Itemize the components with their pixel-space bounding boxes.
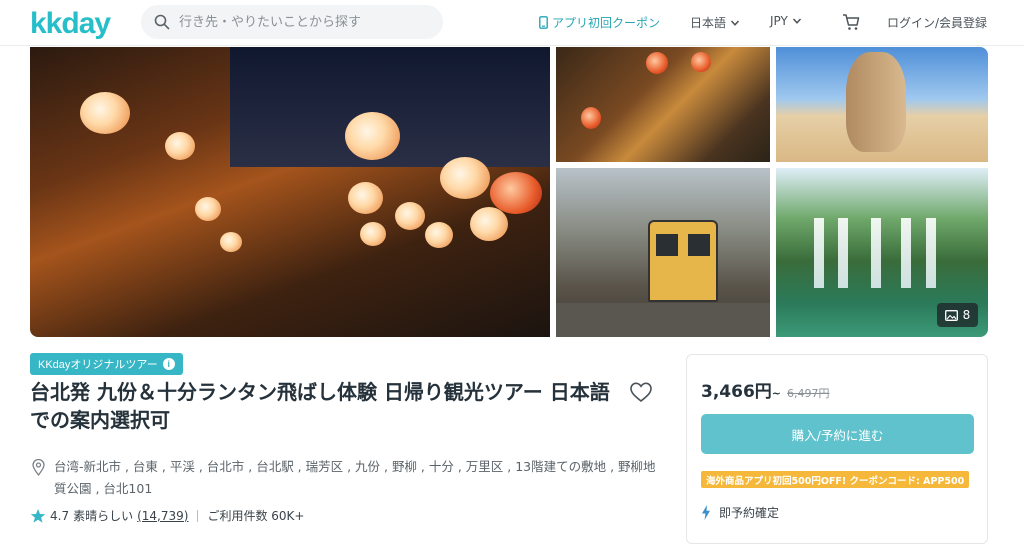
original-tour-badge: KKdayオリジナルツアー i bbox=[30, 353, 183, 375]
login-link[interactable]: ログイン/会員登録 bbox=[887, 14, 987, 31]
rating-row: 4.7 素晴らしい (14,739) ご利用件数 60K+ bbox=[30, 507, 304, 524]
price-row: 3,466円 ~ 6,497円 bbox=[701, 377, 830, 402]
lantern bbox=[440, 157, 490, 199]
heart-icon[interactable] bbox=[629, 381, 653, 403]
instant-confirm-label: 即予約確定 bbox=[719, 506, 780, 520]
app-coupon-link[interactable]: アプリ初回クーポン bbox=[539, 14, 660, 31]
info-icon[interactable]: i bbox=[162, 358, 175, 370]
usage-count: ご利用件数 60K+ bbox=[207, 509, 305, 523]
currency-selector[interactable]: JPY bbox=[770, 14, 802, 28]
lantern bbox=[80, 92, 130, 134]
cart-icon bbox=[843, 14, 860, 30]
lantern bbox=[165, 132, 195, 160]
waterfall bbox=[838, 218, 848, 288]
promo-banner: 海外商品アプリ初回500円OFF! クーポンコード: APP500 bbox=[701, 471, 970, 488]
badge-label: KKdayオリジナルツアー bbox=[38, 359, 158, 371]
language-selector[interactable]: 日本語 bbox=[690, 14, 740, 31]
search-input[interactable] bbox=[179, 5, 429, 39]
language-label: 日本語 bbox=[690, 16, 727, 30]
rail-track bbox=[556, 303, 770, 337]
lantern bbox=[581, 107, 601, 129]
lantern bbox=[425, 222, 453, 248]
search-icon bbox=[154, 14, 170, 30]
queens-head-rock bbox=[846, 52, 906, 152]
lantern bbox=[470, 207, 508, 241]
waterfall bbox=[871, 218, 881, 288]
chevron-down-icon bbox=[730, 19, 740, 26]
instant-confirm: 即予約確定 bbox=[701, 504, 779, 521]
divider bbox=[197, 509, 199, 522]
main-photo[interactable] bbox=[30, 47, 550, 337]
lantern bbox=[220, 232, 242, 252]
book-button[interactable]: 購入/予約に進む bbox=[701, 414, 974, 454]
rating-text: 素晴らしい bbox=[73, 509, 134, 523]
kkday-logo[interactable]: kkday bbox=[30, 7, 111, 41]
waterfall bbox=[926, 218, 936, 288]
train bbox=[648, 220, 718, 302]
header: kkday アプリ初回クーポン 日本語 JPY ログイン/会員登録 bbox=[0, 0, 1024, 46]
original-price: 6,497円 bbox=[787, 387, 830, 400]
lantern bbox=[646, 52, 668, 74]
chevron-down-icon bbox=[792, 18, 801, 24]
lantern bbox=[348, 182, 383, 214]
lantern bbox=[195, 197, 221, 221]
waterfall bbox=[901, 218, 911, 288]
page-title: 台北発 九份＆十分ランタン飛ばし体験 日帰り観光ツアー 日本語での案内選択可 bbox=[30, 380, 610, 432]
currency-label: JPY bbox=[770, 14, 788, 28]
photo-count-label: 8 bbox=[962, 308, 971, 322]
phone-icon bbox=[539, 16, 548, 29]
cart-button[interactable] bbox=[842, 13, 860, 31]
location-pin-icon bbox=[32, 459, 45, 476]
lantern bbox=[490, 172, 542, 214]
star-icon bbox=[30, 508, 46, 523]
lightning-icon bbox=[702, 505, 710, 520]
review-count-link[interactable]: (14,739) bbox=[137, 509, 188, 523]
lantern bbox=[395, 202, 425, 230]
location-text: 台湾-新北市 , 台東 , 平渓 , 台北市 , 台北駅 , 瑞芳区 , 九份 … bbox=[54, 459, 656, 496]
lantern bbox=[691, 52, 711, 72]
current-price: 3,466円 bbox=[701, 382, 772, 402]
search-bar[interactable] bbox=[141, 5, 443, 39]
photo-count-button[interactable]: 8 bbox=[937, 303, 978, 327]
photo-thumbnail[interactable] bbox=[556, 47, 770, 162]
booking-panel: 3,466円 ~ 6,497円 購入/予約に進む 海外商品アプリ初回500円OF… bbox=[686, 354, 988, 544]
app-coupon-label: アプリ初回クーポン bbox=[552, 16, 661, 30]
train-window bbox=[656, 234, 678, 256]
photo-thumbnail[interactable] bbox=[556, 168, 770, 337]
rating-value: 4.7 bbox=[50, 508, 70, 523]
image-icon bbox=[944, 309, 958, 321]
train-window bbox=[688, 234, 710, 256]
lantern bbox=[345, 112, 400, 160]
lantern bbox=[360, 222, 386, 246]
waterfall bbox=[814, 218, 824, 288]
price-suffix: ~ bbox=[771, 387, 781, 400]
photo-thumbnail[interactable] bbox=[776, 47, 988, 162]
